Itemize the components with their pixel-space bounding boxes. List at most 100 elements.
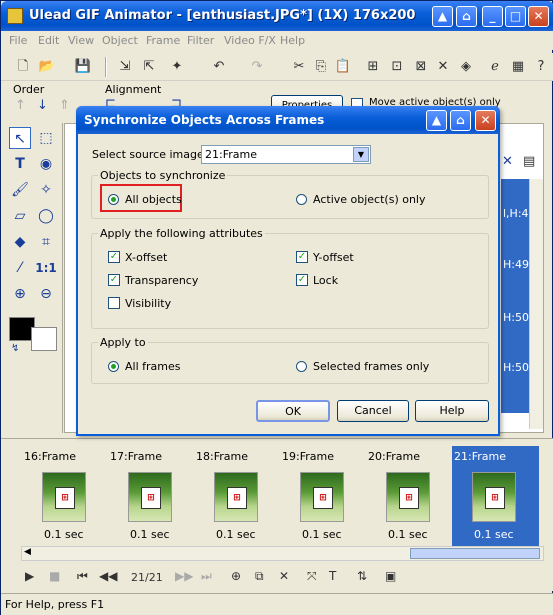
close-button[interactable]: ✕ — [528, 6, 549, 27]
minimize-button[interactable]: _ — [482, 6, 503, 27]
expand-icon[interactable]: ✕ — [433, 57, 453, 77]
eyedropper-icon[interactable]: ⁄ — [9, 257, 31, 279]
frame-thumbnail[interactable]: 17:Frame ⊞ 0.1 sec — [108, 446, 190, 546]
menu-edit[interactable]: Edit — [38, 34, 59, 47]
maximize-button[interactable]: □ — [505, 6, 526, 27]
last-frame-icon[interactable]: ⏭ — [201, 569, 212, 584]
menu-frame[interactable]: Frame — [146, 34, 180, 47]
y-offset-label[interactable]: Y-offset — [313, 251, 354, 264]
menu-video-fx[interactable]: Video F/X — [224, 34, 276, 47]
y-offset-checkbox[interactable]: ✓ — [296, 251, 308, 263]
background-color-swatch[interactable] — [31, 327, 57, 351]
new-file-icon[interactable]: 🗋 — [13, 57, 33, 77]
menu-object[interactable]: Object — [102, 34, 138, 47]
frame-scrollbar[interactable]: ◀ — [21, 546, 544, 561]
title-bar[interactable]: Ulead GIF Animator - [enthusiast.JPG*] (… — [1, 1, 553, 31]
ellipse-select-icon[interactable]: ◉ — [35, 153, 57, 175]
roll-up-button[interactable]: ▲ — [432, 6, 453, 27]
bring-to-front-icon[interactable]: ⇑ — [59, 98, 70, 113]
next-frame-icon[interactable]: ▶▶ — [175, 569, 193, 583]
scrollbar-thumb[interactable] — [410, 548, 540, 559]
cut-icon[interactable]: ✂ — [289, 57, 309, 77]
color-palette-icon[interactable]: ▦ — [508, 57, 528, 77]
text-banner-icon[interactable]: T — [329, 569, 336, 583]
lock-label[interactable]: Lock — [313, 274, 338, 287]
selected-frames-label[interactable]: Selected frames only — [313, 360, 429, 373]
reverse-frames-icon[interactable]: ⇅ — [357, 569, 367, 583]
dialog-title-bar[interactable]: Synchronize Objects Across Frames ▲ ⌂ ✕ — [76, 106, 500, 134]
cancel-button[interactable]: Cancel — [337, 400, 409, 422]
delete-frame-icon[interactable]: ✕ — [279, 569, 289, 583]
actual-size-icon[interactable]: 1:1 — [35, 257, 57, 279]
all-objects-radio[interactable] — [108, 194, 119, 205]
dialog-pin-button[interactable]: ⌂ — [450, 110, 471, 131]
all-frames-radio[interactable] — [108, 361, 119, 372]
duplicate-frame-icon[interactable]: ⧉ — [255, 569, 264, 584]
visibility-checkbox[interactable] — [108, 297, 120, 309]
selected-frames-radio[interactable] — [296, 361, 307, 372]
undo-icon[interactable]: ↶ — [209, 57, 229, 77]
help-pointer-icon[interactable]: ? — [531, 57, 551, 77]
play-icon[interactable]: ▶ — [25, 569, 34, 583]
transparency-label[interactable]: Transparency — [125, 274, 198, 287]
send-backward-icon[interactable]: ↓ — [37, 98, 48, 113]
frame-thumbnail-selected[interactable]: 21:Frame ⊞ 0.1 sec — [452, 446, 539, 546]
menu-file[interactable]: File — [9, 34, 27, 47]
menu-help[interactable]: Help — [280, 34, 305, 47]
pin-button[interactable]: ⌂ — [456, 6, 477, 27]
open-folder-icon[interactable]: 📂 — [37, 57, 57, 77]
crop-tool-icon[interactable]: ⌗ — [35, 231, 57, 253]
visibility-label[interactable]: Visibility — [125, 297, 171, 310]
swap-colors-icon[interactable]: ↯ — [11, 343, 19, 354]
add-frame-icon[interactable]: ⊕ — [231, 569, 241, 583]
save-icon[interactable]: 💾 — [73, 57, 93, 77]
scroll-left-icon[interactable]: ◀ — [24, 547, 31, 557]
previous-frame-icon[interactable]: ◀◀ — [99, 569, 117, 583]
fill-bucket-icon[interactable]: ◆ — [9, 231, 31, 253]
lock-checkbox[interactable]: ✓ — [296, 274, 308, 286]
active-objects-label[interactable]: Active object(s) only — [313, 193, 426, 206]
frame-thumbnail[interactable]: 16:Frame ⊞ 0.1 sec — [22, 446, 104, 546]
delete-object-icon[interactable]: ✕ — [502, 154, 513, 169]
all-objects-label[interactable]: All objects — [125, 193, 182, 206]
stop-icon[interactable]: ■ — [49, 569, 60, 583]
dialog-rollup-button[interactable]: ▲ — [426, 110, 447, 131]
preview-icon[interactable]: ◈ — [456, 57, 476, 77]
wizard-icon[interactable]: ✦ — [167, 57, 187, 77]
chevron-down-icon[interactable]: ▼ — [353, 147, 369, 162]
frame-thumbnail[interactable]: 18:Frame ⊞ 0.1 sec — [194, 446, 276, 546]
optimize-icon[interactable]: ⊡ — [387, 57, 407, 77]
browser-icon[interactable]: ℯ — [485, 57, 505, 77]
zoom-out-icon[interactable]: ⊖ — [35, 283, 57, 305]
paintbrush-icon[interactable]: 🖌 — [9, 179, 31, 201]
transparency-checkbox[interactable]: ✓ — [108, 274, 120, 286]
marquee-tool-icon[interactable]: ⬚ — [35, 127, 57, 149]
frame-thumbnail[interactable]: 19:Frame ⊞ 0.1 sec — [280, 446, 362, 546]
ellipse-icon[interactable]: ◯ — [35, 205, 57, 227]
source-image-dropdown[interactable]: 21:Frame ▼ — [201, 145, 371, 164]
paste-icon[interactable]: 📋 — [333, 57, 353, 77]
export-icon[interactable]: ⇱ — [139, 57, 159, 77]
text-tool-icon[interactable]: T — [9, 153, 31, 175]
x-offset-checkbox[interactable]: ✓ — [108, 251, 120, 263]
ok-button[interactable]: OK — [256, 400, 330, 422]
import-icon[interactable]: ⇲ — [115, 57, 135, 77]
active-objects-radio[interactable] — [296, 194, 307, 205]
frame-thumbnail[interactable]: 20:Frame ⊞ 0.1 sec — [366, 446, 448, 546]
dialog-close-button[interactable]: ✕ — [475, 110, 496, 131]
object-properties-icon[interactable]: ▤ — [523, 154, 535, 169]
eraser-icon[interactable]: ▱ — [9, 205, 31, 227]
first-frame-icon[interactable]: ⏮ — [77, 569, 88, 584]
menu-filter[interactable]: Filter — [187, 34, 214, 47]
resize-icon[interactable]: ⊠ — [411, 57, 431, 77]
help-button[interactable]: Help — [415, 400, 489, 422]
lasso-icon[interactable]: ✧ — [35, 179, 57, 201]
x-offset-label[interactable]: X-offset — [125, 251, 167, 264]
tween-icon[interactable]: ⤧ — [307, 569, 317, 584]
all-frames-label[interactable]: All frames — [125, 360, 180, 373]
zoom-in-icon[interactable]: ⊕ — [9, 283, 31, 305]
crop-icon[interactable]: ⊞ — [363, 57, 383, 77]
frame-properties-icon[interactable]: ▣ — [385, 569, 396, 583]
object-list-scrollbar[interactable] — [529, 179, 543, 429]
menu-view[interactable]: View — [68, 34, 94, 47]
